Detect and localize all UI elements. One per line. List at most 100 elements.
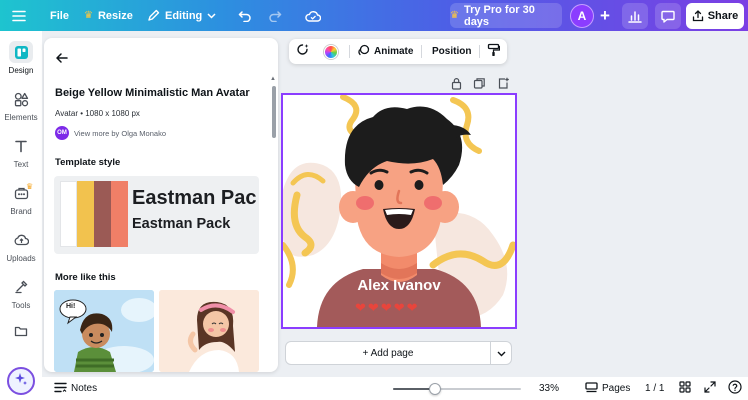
color-picker-button[interactable] (324, 39, 338, 64)
rail-item-label: Brand (10, 207, 32, 216)
resize-button[interactable]: ♛ Resize (84, 0, 133, 31)
position-button[interactable]: Position (432, 39, 471, 64)
share-button[interactable]: Share (686, 3, 744, 29)
share-upload-icon (692, 10, 704, 22)
heart-icon: ❤ (406, 300, 418, 315)
zoom-level[interactable]: 33% (539, 377, 559, 400)
resize-label: Resize (97, 9, 133, 22)
thumbnail-girl-illustration (159, 290, 259, 372)
animate-icon (357, 44, 370, 60)
color-swatch (77, 181, 94, 247)
add-collaborator-button[interactable]: + (596, 4, 614, 28)
rail-item-uploads[interactable]: Uploads (0, 223, 42, 269)
magic-edit-icon (296, 43, 310, 60)
help-icon (728, 380, 742, 397)
bar-chart-icon (628, 10, 642, 23)
rail-item-tools[interactable]: Tools (0, 270, 42, 316)
copy-style-button[interactable] (487, 39, 501, 64)
author-link[interactable]: OM View more by Olga Monako (55, 126, 166, 140)
page-actions (451, 77, 510, 91)
crown-icon: ♛ (84, 10, 93, 21)
redo-button[interactable] (268, 0, 282, 31)
heart-icon: ❤ (380, 300, 392, 315)
element-toolbar: Animate Position (289, 39, 507, 64)
template-meta: Avatar • 1080 x 1080 px (55, 109, 140, 118)
uploads-icon (9, 229, 33, 251)
author-avatar: OM (55, 126, 69, 140)
magic-assistant-button[interactable] (7, 367, 35, 395)
rail-item-label: Uploads (6, 254, 36, 263)
rail-item-label: Tools (11, 301, 31, 310)
bottom-bar: Notes 33% Pages 1 / 1 (42, 377, 748, 400)
cloud-check-icon (305, 10, 321, 22)
template-style-card[interactable]: Eastman Pac Eastman Pack (54, 176, 259, 254)
menu-button[interactable] (12, 0, 26, 31)
lock-icon[interactable] (451, 77, 462, 91)
pages-label: Pages (602, 383, 631, 394)
file-menu[interactable]: File (50, 0, 69, 31)
rail-item-label: Design (8, 66, 34, 75)
text-icon (9, 135, 33, 157)
color-wheel-icon (324, 44, 338, 59)
more-like-this-heading: More like this (55, 272, 116, 283)
color-swatch (94, 181, 111, 247)
pencil-icon (147, 9, 160, 22)
page-count-label: 1 / 1 (645, 383, 665, 394)
paint-roller-icon (487, 43, 501, 60)
user-avatar[interactable]: A (570, 4, 594, 28)
rail-item-label: Elements (4, 113, 38, 122)
toolbar-divider (479, 45, 480, 58)
undo-icon (238, 10, 252, 22)
template-title: Beige Yellow Minimalistic Man Avatar (55, 87, 250, 99)
template-details-panel: ▲ Beige Yellow Minimalistic Man Avatar A… (44, 38, 278, 372)
chevron-down-icon (207, 12, 216, 19)
animate-button[interactable]: Animate (357, 39, 413, 64)
rail-item-brand[interactable]: ♛ Brand (0, 176, 42, 222)
insights-button[interactable] (622, 3, 648, 29)
plus-icon: + (600, 6, 610, 25)
pages-button[interactable]: Pages (585, 377, 630, 400)
template-thumbnail[interactable]: Hi! (54, 290, 154, 372)
add-page-button[interactable]: + Add page (285, 341, 491, 365)
rail-item-design[interactable]: Design (0, 35, 42, 81)
comments-button[interactable] (655, 3, 681, 29)
rail-item-text[interactable]: Text (0, 129, 42, 175)
rail-item-projects[interactable] (0, 316, 42, 346)
help-button[interactable] (728, 377, 742, 400)
template-thumbnail[interactable] (159, 290, 259, 372)
editing-mode-dropdown[interactable]: Editing (147, 0, 216, 31)
editing-label: Editing (165, 9, 203, 22)
add-page-icon[interactable] (497, 77, 510, 91)
rail-item-elements[interactable]: Elements (0, 82, 42, 128)
fullscreen-button[interactable] (704, 377, 716, 400)
top-bar: File ♛ Resize Editing ♛ Try Pro for 30 d… (0, 0, 748, 31)
crown-icon: ♛ (26, 182, 34, 191)
scroll-up-arrow[interactable]: ▲ (270, 76, 276, 82)
grid-icon (679, 381, 691, 396)
color-swatch (111, 181, 128, 247)
file-label: File (50, 9, 69, 22)
duplicate-icon[interactable] (473, 77, 486, 91)
cloud-save-button[interactable] (305, 0, 321, 31)
design-page[interactable]: Alex Ivanov ❤ ❤ ❤ ❤ ❤ (283, 95, 515, 327)
share-label: Share (707, 10, 739, 22)
panel-scrollbar[interactable] (272, 86, 276, 138)
zoom-slider-thumb[interactable] (429, 383, 441, 395)
heart-icon: ❤ (393, 300, 405, 315)
folder-icon (9, 320, 33, 342)
expand-icon (704, 381, 716, 396)
try-pro-label: Try Pro for 30 days (463, 3, 535, 28)
back-button[interactable] (54, 50, 70, 66)
zoom-slider[interactable] (393, 383, 521, 395)
arrow-left-icon (54, 53, 70, 70)
undo-button[interactable] (238, 0, 252, 31)
animate-label: Animate (374, 46, 414, 57)
grid-view-button[interactable] (679, 377, 691, 400)
notes-icon (54, 382, 67, 396)
try-pro-button[interactable]: ♛ Try Pro for 30 days (450, 3, 562, 28)
hamburger-icon (12, 10, 26, 22)
name-text[interactable]: Alex Ivanov (283, 277, 515, 294)
notes-button[interactable]: Notes (54, 377, 97, 400)
ai-edit-button[interactable] (296, 39, 310, 64)
add-page-dropdown[interactable] (491, 341, 512, 365)
